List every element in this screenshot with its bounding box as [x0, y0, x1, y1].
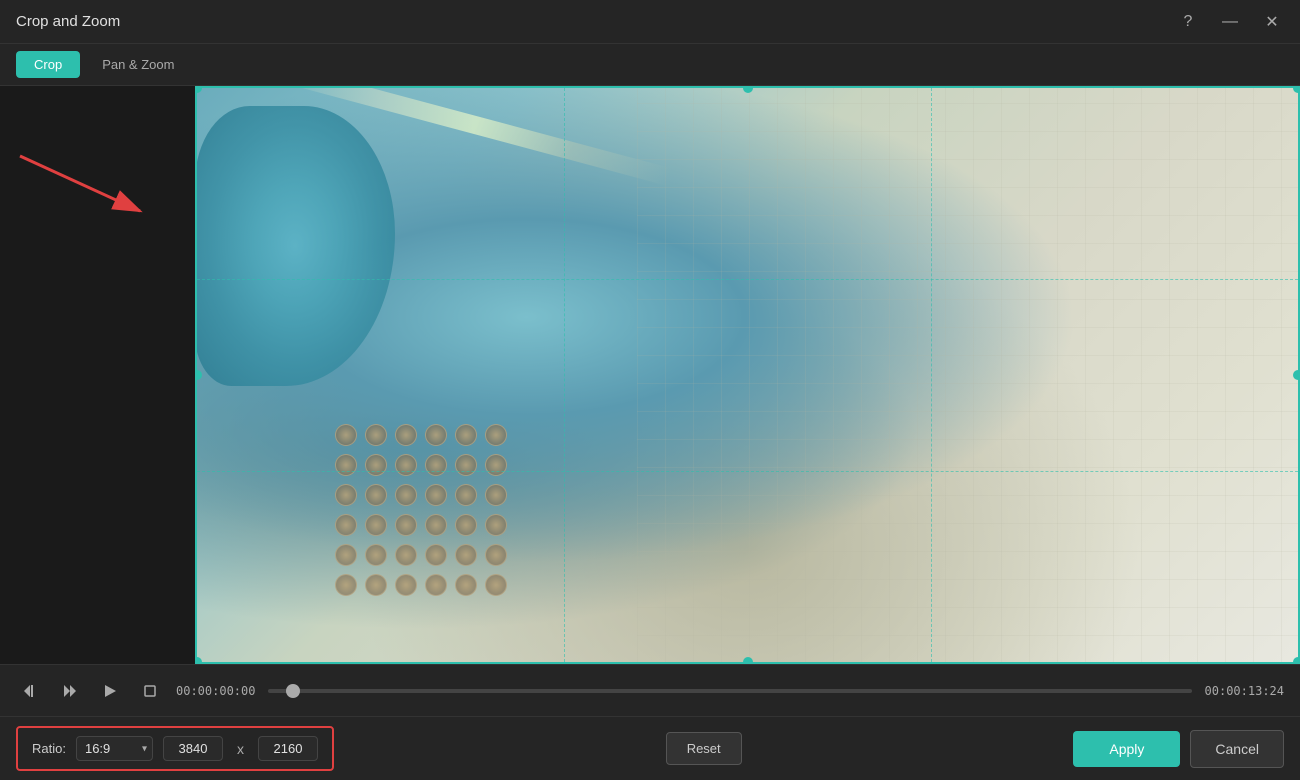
- crop-frame-icon: [142, 683, 158, 699]
- ratio-select[interactable]: 16:9 4:3 1:1 9:16 Custom: [76, 736, 153, 761]
- close-button[interactable]: ✕: [1260, 10, 1284, 34]
- mesh-overlay: [637, 86, 1300, 664]
- microplate-visual: [335, 424, 655, 624]
- cancel-button[interactable]: Cancel: [1190, 730, 1284, 768]
- tab-crop[interactable]: Crop: [16, 51, 80, 78]
- time-current: 00:00:00:00: [176, 684, 256, 698]
- width-input[interactable]: [163, 736, 223, 761]
- title-bar: Crop and Zoom ? — ✕: [0, 0, 1300, 44]
- action-buttons: Apply Cancel: [1073, 730, 1284, 768]
- dimension-separator: x: [233, 741, 248, 757]
- crop-frame-button[interactable]: [136, 677, 164, 705]
- main-content: [0, 86, 1300, 664]
- apply-button[interactable]: Apply: [1073, 731, 1180, 767]
- timeline-playhead[interactable]: [286, 684, 300, 698]
- ratio-section: Ratio: 16:9 4:3 1:1 9:16 Custom x: [16, 726, 334, 771]
- reset-button[interactable]: Reset: [666, 732, 742, 765]
- step-back-button[interactable]: [16, 677, 44, 705]
- glove-visual: [195, 106, 395, 386]
- time-end: 00:00:13:24: [1204, 684, 1284, 698]
- ratio-label: Ratio:: [32, 741, 66, 756]
- video-preview[interactable]: [195, 86, 1300, 664]
- step-back-icon: [22, 683, 38, 699]
- tab-pan-zoom[interactable]: Pan & Zoom: [84, 51, 192, 78]
- arrow-indicator: [10, 136, 160, 236]
- minimize-button[interactable]: —: [1218, 10, 1242, 34]
- title-bar-controls: ? — ✕: [1176, 10, 1284, 34]
- play-button[interactable]: [96, 677, 124, 705]
- left-panel: [0, 86, 195, 664]
- tab-bar: Crop Pan & Zoom: [0, 44, 1300, 86]
- help-icon: ?: [1184, 13, 1193, 31]
- close-icon: ✕: [1265, 12, 1278, 32]
- title-bar-left: Crop and Zoom: [16, 13, 120, 30]
- transport-bar: 00:00:00:00 00:00:13:24: [0, 664, 1300, 716]
- frame-forward-button[interactable]: [56, 677, 84, 705]
- settings-bar: Ratio: 16:9 4:3 1:1 9:16 Custom x Reset …: [0, 716, 1300, 780]
- video-frame: [195, 86, 1300, 664]
- minimize-icon: —: [1222, 13, 1238, 31]
- timeline-track[interactable]: [268, 689, 1192, 693]
- height-input[interactable]: [258, 736, 318, 761]
- frame-forward-icon: [62, 683, 78, 699]
- ratio-dropdown-wrapper: 16:9 4:3 1:1 9:16 Custom: [76, 736, 153, 761]
- dialog-title: Crop and Zoom: [16, 13, 120, 30]
- play-icon: [103, 684, 117, 698]
- help-button[interactable]: ?: [1176, 10, 1200, 34]
